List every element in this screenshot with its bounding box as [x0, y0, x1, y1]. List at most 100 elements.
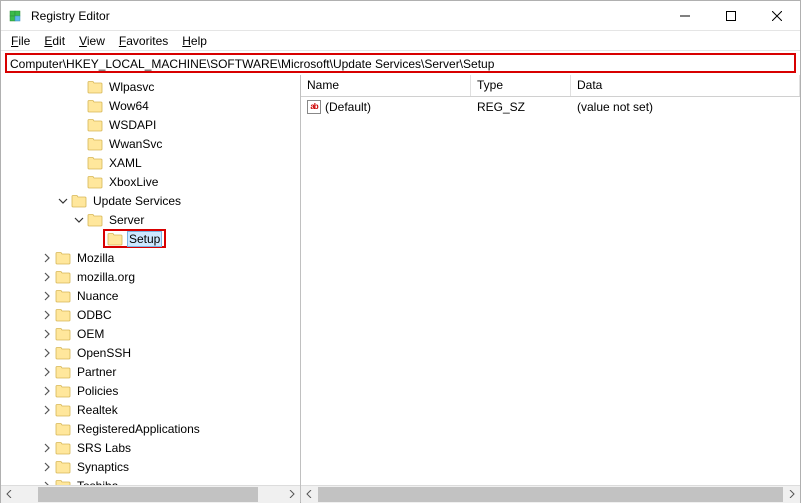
chevron-right-icon[interactable]: [39, 345, 55, 361]
registry-tree[interactable]: Wlpasvc Wow64WSDAPI WwanSvc XAML XboxLive Upd…: [1, 75, 300, 485]
col-header-data[interactable]: Data: [571, 75, 800, 96]
list-hscrollbar[interactable]: [301, 485, 800, 502]
tree-item-label: mozilla.org: [75, 270, 137, 284]
tree-item[interactable]: RegisteredApplications: [1, 419, 300, 438]
folder-icon: [55, 422, 71, 436]
folder-icon: [87, 156, 103, 170]
tree-item[interactable]: Policies: [1, 381, 300, 400]
menu-help[interactable]: Help: [176, 33, 213, 49]
tree-item[interactable]: Wlpasvc: [1, 77, 300, 96]
minimize-button[interactable]: [662, 1, 708, 31]
expander-placeholder: [87, 231, 103, 247]
folder-icon: [87, 118, 103, 132]
menu-file[interactable]: File: [5, 33, 36, 49]
tree-item-label: Realtek: [75, 403, 120, 417]
scroll-right-button[interactable]: [283, 486, 300, 503]
scroll-left-button[interactable]: [1, 486, 18, 503]
chevron-right-icon[interactable]: [39, 402, 55, 418]
chevron-right-icon[interactable]: [39, 288, 55, 304]
tree-item[interactable]: Mozilla: [1, 248, 300, 267]
expander-placeholder: [71, 117, 87, 133]
scroll-track[interactable]: [318, 486, 783, 503]
chevron-right-icon[interactable]: [39, 440, 55, 456]
tree-item[interactable]: Wow64: [1, 96, 300, 115]
col-header-type[interactable]: Type: [471, 75, 571, 96]
menubar: File Edit View Favorites Help: [1, 31, 800, 51]
tree-item[interactable]: Update Services: [1, 191, 300, 210]
address-bar[interactable]: Computer\HKEY_LOCAL_MACHINE\SOFTWARE\Mic…: [5, 53, 796, 73]
tree-item-label: XAML: [107, 156, 144, 170]
expander-placeholder: [71, 155, 87, 171]
tree-item[interactable]: WSDAPI: [1, 115, 300, 134]
chevron-right-icon[interactable]: [39, 307, 55, 323]
string-value-icon: ab: [307, 100, 321, 114]
tree-item-label: Synaptics: [75, 460, 131, 474]
folder-icon: [55, 270, 71, 284]
scroll-thumb[interactable]: [318, 487, 783, 502]
menu-favorites[interactable]: Favorites: [113, 33, 174, 49]
tree-item[interactable]: Nuance: [1, 286, 300, 305]
chevron-right-icon[interactable]: [39, 459, 55, 475]
folder-icon: [87, 213, 103, 227]
tree-item[interactable]: OpenSSH: [1, 343, 300, 362]
tree-item[interactable]: SRS Labs: [1, 438, 300, 457]
chevron-right-icon[interactable]: [39, 269, 55, 285]
tree-item[interactable]: WwanSvc: [1, 134, 300, 153]
folder-icon: [55, 403, 71, 417]
scroll-left-button[interactable]: [301, 486, 318, 503]
tree-item[interactable]: Toshiba: [1, 476, 300, 485]
tree-item[interactable]: Partner: [1, 362, 300, 381]
tree-item-label: Server: [107, 213, 146, 227]
chevron-right-icon[interactable]: [39, 364, 55, 380]
tree-item[interactable]: mozilla.org: [1, 267, 300, 286]
col-header-name[interactable]: Name: [301, 75, 471, 96]
tree-item[interactable]: ODBC: [1, 305, 300, 324]
tree-hscrollbar[interactable]: [1, 485, 300, 502]
value-type-cell: REG_SZ: [471, 100, 571, 114]
folder-icon: [87, 99, 103, 113]
menu-view[interactable]: View: [73, 33, 111, 49]
tree-item-label: Nuance: [75, 289, 120, 303]
selection-highlight: Setup: [103, 229, 166, 248]
tree-item[interactable]: Server: [1, 210, 300, 229]
tree-item-label: WwanSvc: [107, 137, 164, 151]
value-row[interactable]: ab(Default)REG_SZ(value not set): [301, 97, 800, 116]
chevron-down-icon[interactable]: [71, 212, 87, 228]
chevron-right-icon[interactable]: [39, 250, 55, 266]
chevron-right-icon[interactable]: [39, 478, 55, 486]
folder-icon: [55, 365, 71, 379]
expander-placeholder: [71, 79, 87, 95]
close-button[interactable]: [754, 1, 800, 31]
tree-item-label: XboxLive: [107, 175, 160, 189]
tree-item[interactable]: XboxLive: [1, 172, 300, 191]
folder-icon: [87, 175, 103, 189]
values-list[interactable]: ab(Default)REG_SZ(value not set): [301, 97, 800, 485]
scroll-thumb[interactable]: [38, 487, 258, 502]
chevron-down-icon[interactable]: [55, 193, 71, 209]
value-name: (Default): [325, 100, 371, 114]
folder-icon: [55, 441, 71, 455]
tree-item-label: OEM: [75, 327, 106, 341]
maximize-button[interactable]: [708, 1, 754, 31]
window-title: Registry Editor: [31, 9, 662, 23]
expander-placeholder: [39, 421, 55, 437]
tree-item-label: Wlpasvc: [107, 80, 156, 94]
expander-placeholder: [71, 98, 87, 114]
scroll-track[interactable]: [18, 486, 283, 503]
tree-item[interactable]: Setup: [1, 229, 300, 248]
chevron-right-icon[interactable]: [39, 326, 55, 342]
tree-item[interactable]: Realtek: [1, 400, 300, 419]
folder-icon: [55, 251, 71, 265]
titlebar: Registry Editor: [1, 1, 800, 31]
registry-editor-window: Registry Editor File Edit View Favorites…: [0, 0, 801, 503]
tree-item-label: Setup: [127, 231, 162, 247]
values-pane: Name Type Data ab(Default)REG_SZ(value n…: [301, 75, 800, 502]
menu-edit[interactable]: Edit: [38, 33, 71, 49]
tree-item[interactable]: XAML: [1, 153, 300, 172]
tree-item[interactable]: Synaptics: [1, 457, 300, 476]
chevron-right-icon[interactable]: [39, 383, 55, 399]
scroll-right-button[interactable]: [783, 486, 800, 503]
tree-item-label: OpenSSH: [75, 346, 133, 360]
tree-item[interactable]: OEM: [1, 324, 300, 343]
tree-item-label: RegisteredApplications: [75, 422, 202, 436]
